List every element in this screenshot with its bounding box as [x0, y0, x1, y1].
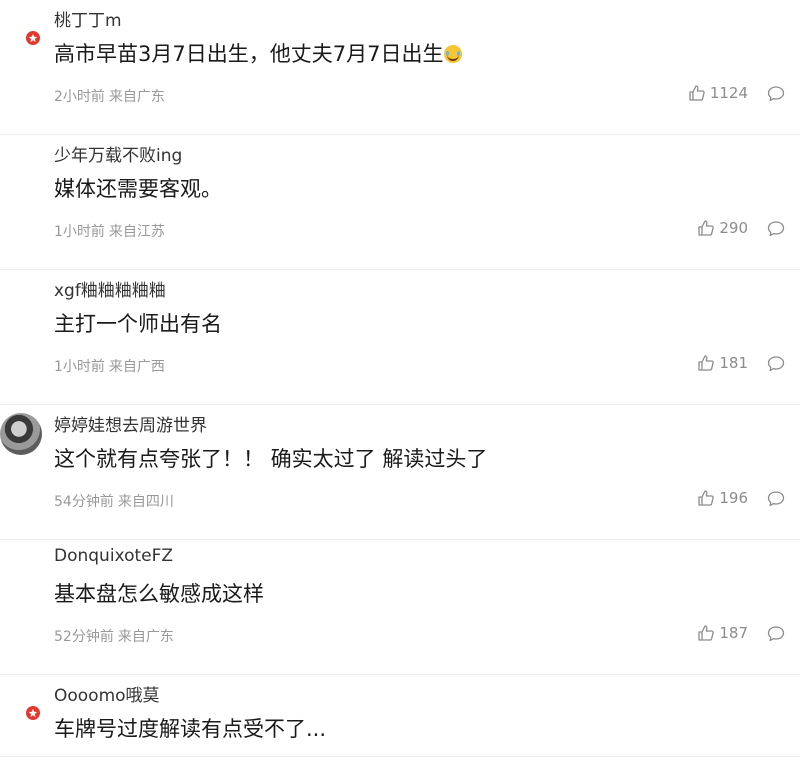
like-button[interactable]: 187: [697, 624, 748, 642]
reply-button[interactable]: [766, 489, 786, 509]
comment-bubble-icon: [766, 489, 786, 509]
comment-time: 52分钟前: [54, 629, 114, 645]
comment-meta: 54分钟前 来自四川: [54, 491, 174, 511]
avatar[interactable]: [0, 548, 42, 590]
thumbs-up-icon: [697, 219, 715, 237]
avatar[interactable]: [0, 413, 42, 455]
comment-username[interactable]: 少年万载不败ing: [54, 141, 182, 166]
comment-bubble-icon: [766, 84, 786, 104]
comment-meta: 1小时前 来自江苏: [54, 221, 165, 241]
grinning-sweat-emoji-icon: [444, 45, 463, 63]
thumbs-up-icon: [688, 84, 706, 102]
like-count: 187: [719, 624, 748, 642]
like-button[interactable]: 290: [697, 219, 748, 237]
comment-location: 来自广东: [108, 89, 165, 105]
thumbs-up-icon: [697, 489, 715, 507]
comment-location: 来自广东: [117, 629, 174, 645]
comment-location: 来自江苏: [108, 224, 165, 240]
like-button[interactable]: 181: [697, 354, 748, 372]
like-count: 290: [719, 219, 748, 237]
comment-item: 婷婷娃想去周游世界 这个就有点夸张了！！ 确实太过了 解读过头了 54分钟前 来自…: [0, 405, 800, 540]
thumbs-up-icon: [697, 624, 715, 642]
vip-badge-icon: [25, 30, 41, 46]
comment-text: 主打一个师出有名: [54, 312, 222, 336]
reply-button[interactable]: [766, 219, 786, 239]
vip-badge-icon: [25, 705, 41, 721]
comment-item: 少年万载不败ing 媒体还需要客观。 1小时前 来自江苏 290: [0, 135, 800, 270]
comment-bubble-icon: [766, 354, 786, 374]
comment-item: Oooomo哦莫 车牌号过度解读有点受不了...: [0, 675, 800, 757]
comment-time: 54分钟前: [54, 494, 114, 510]
comment-meta: 1小时前 来自广西: [54, 356, 165, 376]
like-count: 181: [719, 354, 748, 372]
avatar[interactable]: [0, 143, 42, 185]
comment-item: xgf粬粬粬粬粬 主打一个师出有名 1小时前 来自广西 181: [0, 270, 800, 405]
comment-meta: 2小时前 来自广东: [54, 86, 165, 106]
comment-text: 媒体还需要客观。: [54, 177, 222, 201]
comment-username[interactable]: xgf粬粬粬粬粬: [54, 276, 166, 301]
comment-location: 来自广西: [108, 359, 165, 375]
thumbs-up-icon: [697, 354, 715, 372]
like-count: 196: [719, 489, 748, 507]
comment-item: DonquixoteFZ 基本盘怎么敏感成这样 52分钟前 来自广东 187: [0, 540, 800, 675]
comment-bubble-icon: [766, 624, 786, 644]
comment-text: 高市早苗3月7日出生，他丈夫7月7日出生: [54, 38, 463, 68]
comment-bubble-icon: [766, 219, 786, 239]
like-button[interactable]: 1124: [688, 84, 748, 102]
comment-location: 来自四川: [117, 494, 174, 510]
comment-text: 车牌号过度解读有点受不了...: [54, 717, 327, 741]
comment-username[interactable]: 婷婷娃想去周游世界: [54, 411, 207, 436]
comment-time: 2小时前: [54, 89, 105, 105]
reply-button[interactable]: [766, 354, 786, 374]
like-count: 1124: [709, 84, 748, 102]
reply-button[interactable]: [766, 624, 786, 644]
comment-meta: 52分钟前 来自广东: [54, 626, 174, 646]
avatar[interactable]: [0, 278, 42, 320]
comment-time: 1小时前: [54, 359, 105, 375]
comment-item: 桃丁丁m 高市早苗3月7日出生，他丈夫7月7日出生 2小时前 来自广东 1124: [0, 0, 800, 135]
comment-text: 这个就有点夸张了！！ 确实太过了 解读过头了: [54, 447, 488, 471]
like-button[interactable]: 196: [697, 489, 748, 507]
comment-text-body: 高市早苗3月7日出生，他丈夫7月7日出生: [54, 42, 444, 66]
comment-username[interactable]: 桃丁丁m: [54, 6, 122, 31]
comment-username[interactable]: Oooomo哦莫: [54, 681, 160, 706]
comment-time: 1小时前: [54, 224, 105, 240]
reply-button[interactable]: [766, 84, 786, 104]
comment-username[interactable]: DonquixoteFZ: [54, 546, 173, 566]
comment-text: 基本盘怎么敏感成这样: [54, 582, 264, 606]
